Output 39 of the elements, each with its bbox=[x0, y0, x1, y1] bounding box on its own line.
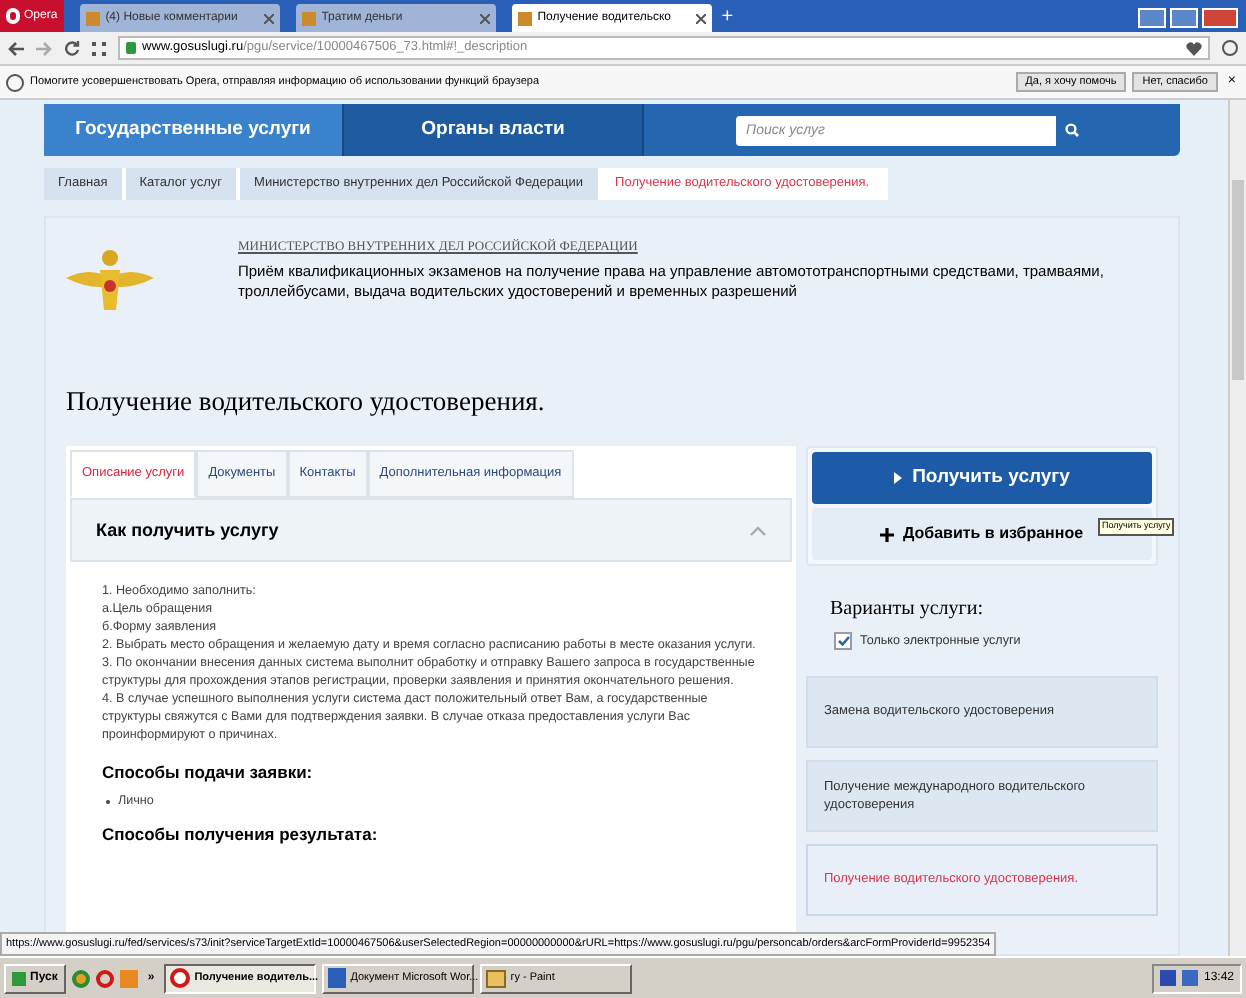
accordion-title: Как получить услугу bbox=[96, 517, 279, 544]
variants-title: Варианты услуги: bbox=[830, 596, 985, 625]
close-icon[interactable] bbox=[1202, 8, 1238, 28]
close-icon bbox=[695, 13, 706, 23]
plus-icon bbox=[880, 527, 895, 542]
section-heading: Способы подачи заявки: bbox=[102, 764, 315, 783]
browser-icon bbox=[170, 968, 191, 988]
close-icon bbox=[263, 13, 274, 23]
download-icon[interactable] bbox=[1222, 40, 1238, 56]
chevron-icon bbox=[750, 525, 766, 536]
paint-icon bbox=[486, 969, 507, 987]
page-title: Получение водительского удостоверения. bbox=[66, 384, 547, 420]
lock-icon bbox=[126, 42, 136, 54]
browser-logo-icon bbox=[6, 8, 20, 24]
nav-tab[interactable]: Органы власти bbox=[344, 104, 644, 156]
network-icon[interactable] bbox=[1181, 970, 1198, 986]
nav-tab[interactable]: Государственные услуги bbox=[44, 104, 344, 156]
accordion-header[interactable]: Как получить услугу bbox=[70, 498, 792, 563]
grid-icon[interactable] bbox=[92, 41, 106, 55]
minimize-icon[interactable] bbox=[1138, 8, 1166, 28]
maximize-icon[interactable] bbox=[1170, 8, 1198, 28]
favicon-icon bbox=[85, 11, 100, 25]
get-service-button[interactable]: Получить услугу bbox=[812, 452, 1152, 505]
document-icon bbox=[328, 968, 347, 988]
favicon-icon bbox=[517, 11, 532, 25]
scroll-thumb[interactable] bbox=[1232, 180, 1244, 380]
new-tab-button[interactable]: + bbox=[715, 4, 740, 32]
play-icon bbox=[894, 472, 903, 485]
close-icon bbox=[479, 13, 490, 23]
language-icon[interactable] bbox=[1159, 970, 1176, 986]
windows-logo-icon bbox=[12, 971, 26, 985]
info-icon bbox=[6, 73, 24, 91]
reload-icon[interactable] bbox=[64, 40, 80, 56]
back-icon[interactable] bbox=[8, 41, 24, 55]
heart-icon[interactable] bbox=[1186, 41, 1202, 55]
check-icon bbox=[837, 636, 849, 647]
section-heading: Способы получения результата: bbox=[102, 826, 380, 845]
favicon-icon bbox=[301, 11, 316, 25]
checkbox[interactable] bbox=[834, 632, 852, 651]
